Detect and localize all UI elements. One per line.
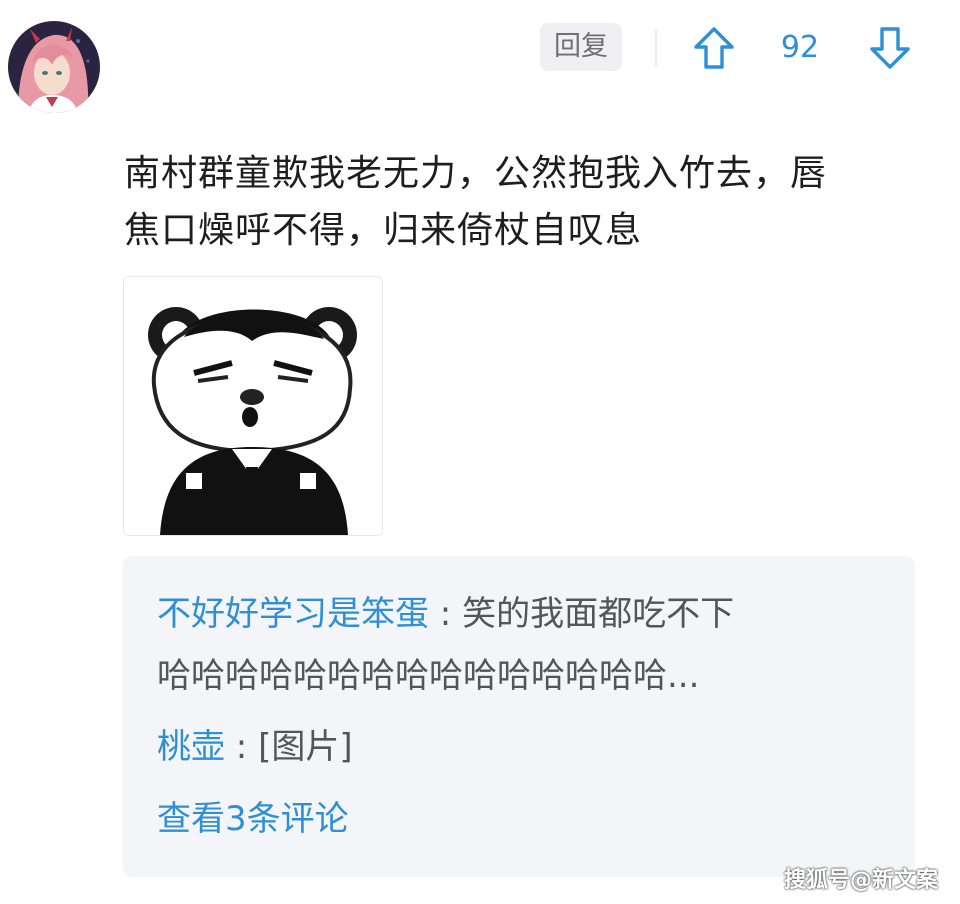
- arrow-up-icon[interactable]: [693, 26, 735, 70]
- comment-body: 南村群童欺我老无力，公然抱我入竹去，唇 焦口燥呼不得，归来倚杖自叹息: [124, 145, 924, 259]
- meme-image[interactable]: [123, 276, 383, 536]
- reply-text: [图片]: [258, 727, 353, 767]
- comment-line: 南村群童欺我老无力，公然抱我入竹去，唇: [124, 153, 828, 194]
- user-avatar[interactable]: [8, 21, 100, 113]
- reply-item[interactable]: 不好好学习是笨蛋 : 笑的我面都吃不下: [157, 592, 734, 636]
- arrow-down-icon[interactable]: [869, 26, 911, 70]
- reply-button[interactable]: 回复: [540, 23, 622, 71]
- reply-text-continued: 哈哈哈哈哈哈哈哈哈哈哈哈哈哈哈...: [157, 656, 700, 696]
- comment-line: 焦口燥呼不得，归来倚杖自叹息: [124, 210, 643, 251]
- reply-separator: :: [429, 594, 463, 634]
- watermark: 搜狐号@新文案: [783, 868, 938, 893]
- replies-panel: 不好好学习是笨蛋 : 笑的我面都吃不下 哈哈哈哈哈哈哈哈哈哈哈哈哈哈哈... 桃…: [123, 556, 915, 877]
- divider: [655, 30, 657, 66]
- reply-separator: :: [225, 727, 259, 767]
- comment-card: 回复 92 南村群童欺我老无力，公然抱我入竹去，唇 焦口燥呼不得，归来倚杖自叹息: [0, 0, 960, 904]
- see-more-comments-link[interactable]: 查看3条评论: [157, 797, 349, 841]
- reply-author[interactable]: 桃壶: [157, 727, 225, 767]
- reply-text: 笑的我面都吃不下: [462, 594, 735, 634]
- vote-count: 92: [780, 30, 820, 65]
- reply-author[interactable]: 不好好学习是笨蛋: [157, 594, 429, 634]
- reply-item[interactable]: 桃壶 : [图片]: [157, 725, 353, 769]
